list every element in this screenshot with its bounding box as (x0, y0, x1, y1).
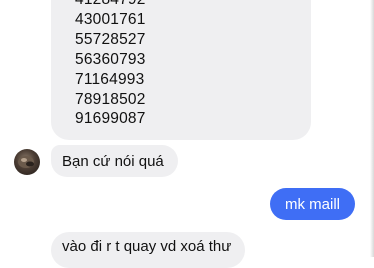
code-line: 91699087 (75, 110, 146, 128)
incoming-message-bubble[interactable]: Bạn cứ nói quá (51, 145, 178, 177)
outgoing-message-text: mk maill (285, 195, 340, 213)
code-line: 41284792 (75, 0, 311, 10)
scrollbar-edge (370, 0, 374, 257)
incoming-message-bubble-codes[interactable]: 41284792 43001761 55728527 56360793 7116… (51, 0, 311, 140)
incoming-message-text: vào đi r t quay vd xoá thư (62, 238, 232, 255)
code-line: 56360793 (75, 50, 146, 68)
code-line: 78918502 (75, 90, 146, 108)
code-line: 71164993 (75, 70, 145, 88)
incoming-message-bubble[interactable]: vào đi r t quay vd xoá thư (51, 232, 246, 268)
code-line: 43001761 (75, 10, 146, 28)
code-line: 55728527 (75, 30, 146, 48)
incoming-message-text: Bạn cứ nói quá (62, 152, 164, 170)
contact-avatar-icon[interactable] (14, 149, 40, 175)
outgoing-message-bubble[interactable]: mk maill (270, 188, 355, 220)
